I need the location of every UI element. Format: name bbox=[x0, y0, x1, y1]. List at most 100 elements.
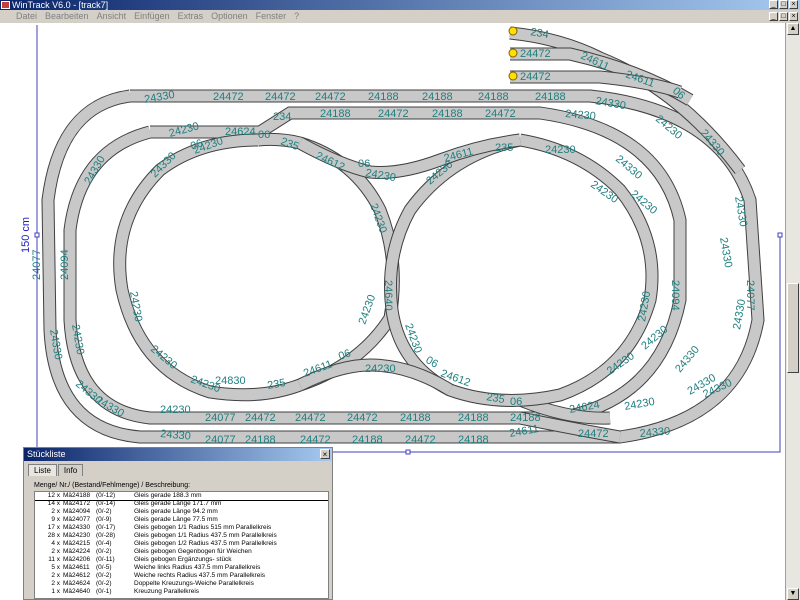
track-label: 24094 bbox=[669, 280, 681, 311]
list-cell: (0/-2) bbox=[96, 580, 112, 587]
track-label: 24472 bbox=[378, 108, 409, 120]
track-end-marker[interactable] bbox=[508, 48, 518, 58]
list-item[interactable]: 9 x Mä24077 (0/-9) Gleis gerade Länge 77.5 … bbox=[35, 516, 328, 524]
list-cell: Mä24215 bbox=[63, 540, 91, 547]
list-cell: Mä24077 bbox=[63, 516, 91, 523]
list-item[interactable]: 2 x Mä24224 (0/-2) Gleis gebogen Gegenbogen… bbox=[35, 548, 328, 556]
track-label: 24472 bbox=[520, 48, 551, 60]
list-cell: Gleis gebogen Ergänzungs- stück bbox=[134, 556, 232, 563]
list-cell: (0/-1) bbox=[96, 588, 112, 595]
track-label: 24188 bbox=[510, 412, 541, 424]
parts-list[interactable]: 12 x Mä24188 (0/-12) Gleis gerade 188.3 mm 1… bbox=[34, 491, 329, 599]
doc-close-icon[interactable]: × bbox=[789, 12, 798, 21]
track-label: 24330 bbox=[639, 425, 671, 440]
list-cell: Mä24612 bbox=[63, 572, 91, 579]
close-icon[interactable]: × bbox=[789, 0, 798, 9]
menu-item-4[interactable]: Extras bbox=[178, 10, 204, 23]
list-item[interactable]: 12 x Mä24188 (0/-12) Gleis gerade 188.3 mm bbox=[35, 492, 328, 501]
track-label: 24077 bbox=[205, 412, 236, 424]
menu-item-1[interactable]: Bearbeiten bbox=[45, 10, 89, 23]
panel-title: Stückliste × bbox=[24, 448, 332, 461]
list-item[interactable]: 5 x Mä24611 (0/-5) Weiche links Radius 437.… bbox=[35, 564, 328, 572]
title-bar: WinTrack V6.0 - [track7] _ □ × bbox=[0, 0, 800, 10]
scroll-up-icon[interactable]: ▲ bbox=[787, 23, 799, 35]
minimize-icon[interactable]: _ bbox=[769, 0, 778, 9]
list-item[interactable]: 1 x Mä24640 (0/-1) Kreuzung Parallelkreis bbox=[35, 588, 328, 596]
menu-item-6[interactable]: Fenster bbox=[256, 10, 287, 23]
list-item[interactable]: 2 x Mä24094 (0/-2) Gleis gerade Länge 94.2 … bbox=[35, 508, 328, 516]
list-cell: Doppelte Kreuzungs-Weiche Parallelkreis bbox=[134, 580, 254, 587]
list-item[interactable]: 4 x Mä24215 (0/-4) Gleis gebogen 1/2 Radius… bbox=[35, 540, 328, 548]
list-item[interactable]: 14 x Mä24172 (0/-14) Gleis gerade Länge 171… bbox=[35, 500, 328, 508]
dimension-label: 150 cm bbox=[20, 216, 32, 253]
panel-tabs: Liste Info bbox=[28, 464, 84, 476]
track-label: 24230 bbox=[365, 363, 396, 375]
list-cell: (0/-4) bbox=[96, 540, 112, 547]
track-label: 24094 bbox=[59, 249, 71, 280]
track-end-marker[interactable] bbox=[508, 26, 518, 36]
list-cell: 5 x bbox=[51, 564, 60, 571]
doc-restore-icon[interactable]: □ bbox=[779, 12, 788, 21]
list-cell: Kreuzung Parallelkreis bbox=[134, 588, 200, 595]
track-label: 24188 bbox=[422, 91, 453, 103]
scroll-down-icon[interactable]: ▼ bbox=[787, 588, 799, 600]
track-label: 24188 bbox=[478, 91, 509, 103]
list-item[interactable]: 11 x Mä24206 (0/-11) Gleis gebogen Ergänzun… bbox=[35, 556, 328, 564]
menu-item-7[interactable]: ? bbox=[294, 10, 299, 23]
track-label: 24472 bbox=[245, 412, 276, 424]
resize-handle[interactable] bbox=[405, 449, 411, 455]
list-cell: Gleis gerade Länge 77.5 mm bbox=[134, 516, 218, 523]
track-label: 24472 bbox=[347, 412, 378, 424]
list-cell: (0/-17) bbox=[96, 524, 116, 531]
panel-title-text: Stückliste bbox=[27, 449, 66, 459]
track-end-marker[interactable] bbox=[508, 71, 518, 81]
doc-minimize-icon[interactable]: _ bbox=[769, 12, 778, 21]
list-cell: 2 x bbox=[51, 580, 60, 587]
menu-item-2[interactable]: Ansicht bbox=[97, 10, 127, 23]
track-label: 24077 bbox=[205, 434, 236, 446]
track-label: 24230 bbox=[545, 144, 576, 156]
list-cell: Mä24624 bbox=[63, 580, 91, 587]
list-cell: 17 x bbox=[47, 524, 60, 531]
list-cell: 12 x bbox=[47, 492, 60, 499]
track-label: 234 bbox=[273, 111, 291, 123]
scroll-thumb[interactable] bbox=[787, 283, 799, 373]
track-label: 24188 bbox=[245, 434, 276, 446]
menu-item-3[interactable]: Einfügen bbox=[134, 10, 170, 23]
track-label: 24330 bbox=[673, 344, 702, 375]
list-cell: (0/-5) bbox=[96, 564, 112, 571]
list-cell: (0/-2) bbox=[96, 572, 112, 579]
menu-item-5[interactable]: Optionen bbox=[211, 10, 248, 23]
track-label: 24188 bbox=[368, 91, 399, 103]
list-cell: Gleis gebogen 1/1 Radius 515 mm Parallel… bbox=[134, 524, 272, 531]
close-icon[interactable]: × bbox=[320, 449, 330, 459]
list-item[interactable]: 2 x Mä24624 (0/-2) Doppelte Kreuzungs-Weich… bbox=[35, 580, 328, 588]
track-label: 24188 bbox=[320, 108, 351, 120]
list-cell: Gleis gerade Länge 94.2 mm bbox=[134, 508, 218, 515]
resize-handle[interactable] bbox=[777, 232, 783, 238]
track-label: 24472 bbox=[405, 434, 436, 446]
document-controls: _ □ × bbox=[769, 12, 798, 21]
track-label: 24472 bbox=[485, 108, 516, 120]
list-cell: Mä24611 bbox=[63, 564, 90, 571]
track-label: 24230 bbox=[160, 404, 191, 416]
resize-handle[interactable] bbox=[34, 232, 40, 238]
track-label: 24188 bbox=[458, 412, 489, 424]
maximize-icon[interactable]: □ bbox=[779, 0, 788, 9]
track-label: 24188 bbox=[535, 91, 566, 103]
tab-liste[interactable]: Liste bbox=[28, 464, 57, 476]
list-cell: 2 x bbox=[51, 508, 60, 515]
list-item[interactable]: 2 x Mä24612 (0/-2) Weiche rechts Radius 437… bbox=[35, 572, 328, 580]
track-label: 06 bbox=[510, 396, 522, 408]
track-label: 24188 bbox=[400, 412, 431, 424]
list-cell: (0/-28) bbox=[96, 532, 116, 539]
track-label: 24230 bbox=[357, 293, 379, 326]
list-cell: 11 x bbox=[48, 556, 60, 563]
track-label: 24472 bbox=[213, 91, 244, 103]
list-cell: Mä24640 bbox=[63, 588, 91, 595]
list-item[interactable]: 28 x Mä24230 (0/-28) Gleis gebogen 1/1 Radi… bbox=[35, 532, 328, 540]
tab-info[interactable]: Info bbox=[57, 464, 84, 476]
vertical-scrollbar[interactable]: ▲ ▼ bbox=[785, 23, 800, 600]
list-item[interactable]: 17 x Mä24330 (0/-17) Gleis gebogen 1/1 Radi… bbox=[35, 524, 328, 532]
menu-item-0[interactable]: Datei bbox=[16, 10, 37, 23]
